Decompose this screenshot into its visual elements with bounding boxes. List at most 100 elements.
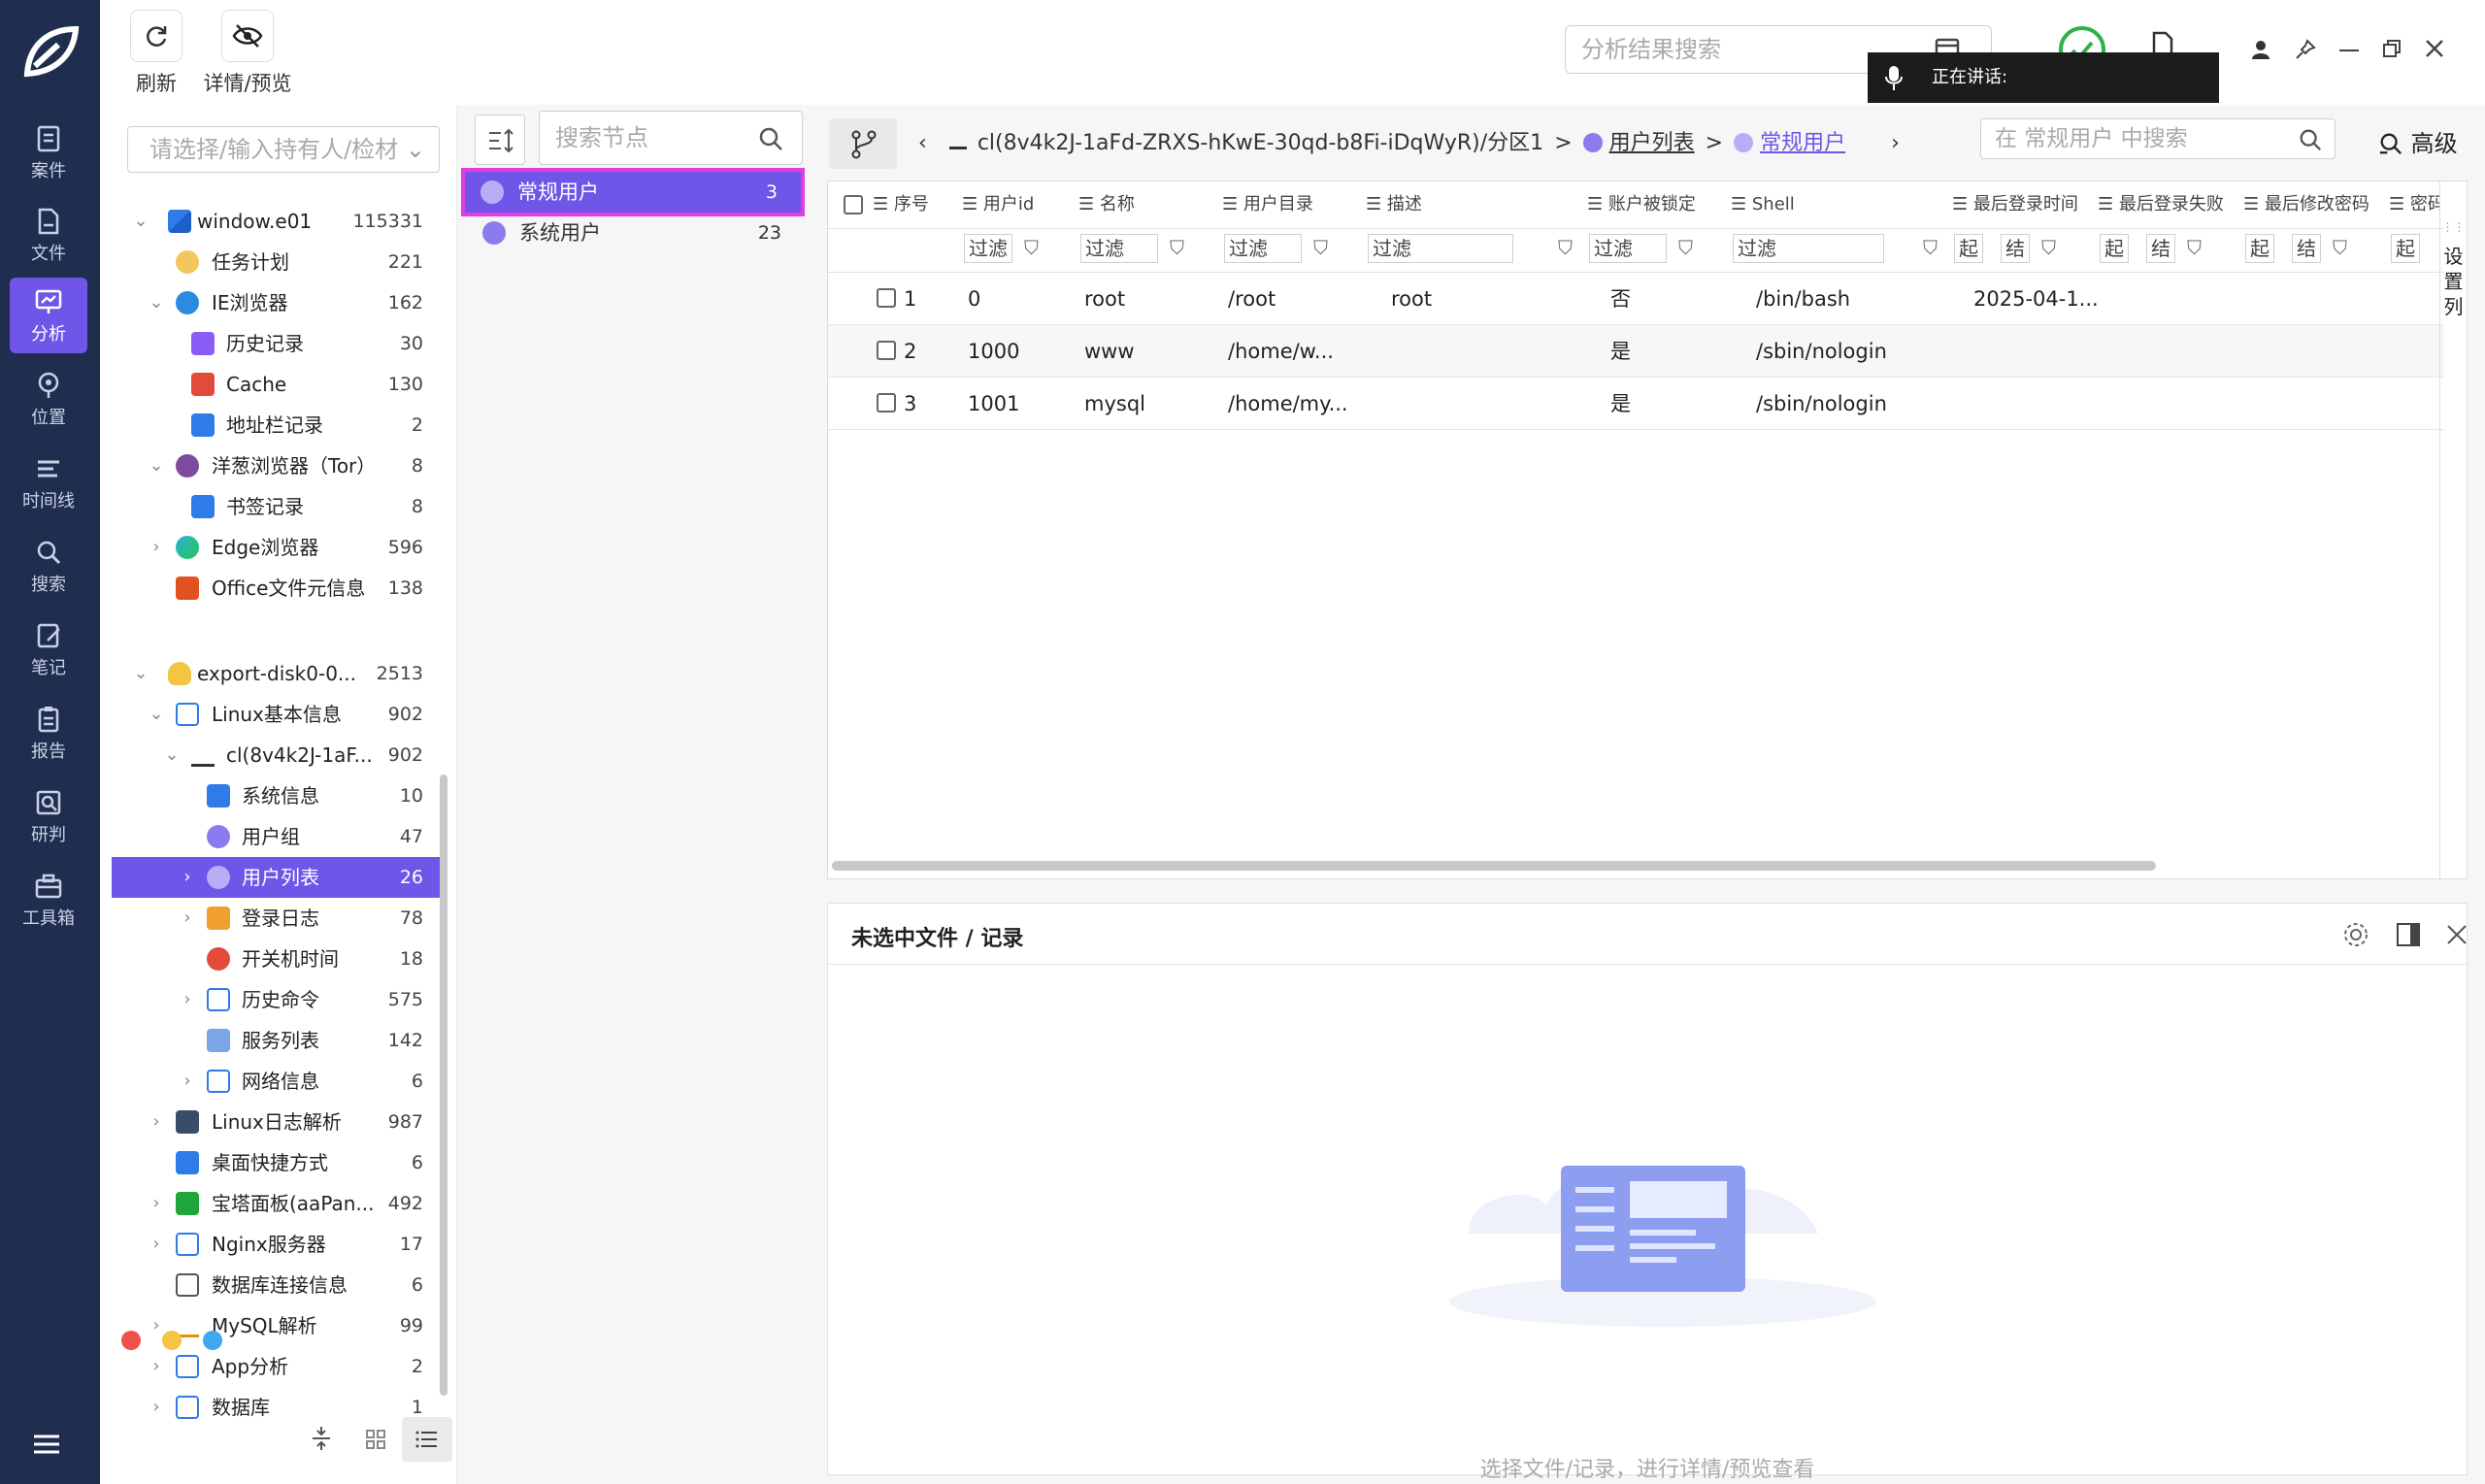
column-settings-button[interactable]: ⋮⋮ 设置列	[2439, 181, 2467, 878]
blue-dot-icon[interactable]	[203, 1331, 222, 1350]
branch-button[interactable]	[829, 118, 897, 169]
minimize-icon[interactable]	[2339, 49, 2359, 52]
tree-node-office-meta[interactable]: Office文件元信息 138	[112, 568, 447, 609]
back-arrow-icon[interactable]: ‹	[918, 131, 927, 155]
tree-node-task-schedule[interactable]: 任务计划 221	[112, 242, 447, 282]
tree-node-linux-logs[interactable]: › Linux日志解析 987	[112, 1102, 447, 1142]
tree-node-database[interactable]: › 数据库 1	[112, 1387, 447, 1428]
nav-item-toolbox[interactable]: 工具箱	[10, 862, 87, 938]
collapse-all-icon[interactable]	[311, 1425, 332, 1452]
tree-node-command-history[interactable]: › 历史命令 575	[112, 979, 447, 1020]
collapse-arrow-icon[interactable]: ⌄	[147, 694, 166, 735]
node-search-input[interactable]: 搜索节点	[539, 111, 803, 165]
horizontal-scrollbar[interactable]	[832, 861, 2156, 871]
tree-node-ie-browser[interactable]: ⌄ IE浏览器 162	[112, 282, 447, 323]
nav-item-case[interactable]: 案件	[10, 115, 87, 190]
expand-arrow-icon[interactable]: ›	[178, 857, 197, 898]
pin-icon[interactable]	[2295, 39, 2316, 60]
red-dot-icon[interactable]	[121, 1331, 141, 1350]
row-checkbox[interactable]	[877, 393, 896, 412]
column-header-locked[interactable]: ☰ 账户被锁定	[1587, 181, 1696, 228]
column-header-last-pwd[interactable]: ☰ 最后修改密码	[2243, 181, 2369, 228]
filter-start[interactable]: 起	[2100, 234, 2129, 263]
tree-node-cache[interactable]: Cache 130	[112, 364, 447, 405]
table-row[interactable]: 1 0 root /root root 否 /bin/bash 2025-04-…	[828, 273, 2444, 325]
filter-funnel-icon[interactable]: ⛉	[1923, 236, 1938, 259]
node-item-system-users[interactable]: 系统用户 23	[467, 213, 805, 253]
sort-button[interactable]	[475, 115, 525, 165]
filter-funnel-icon[interactable]: ⛉	[2187, 236, 2202, 259]
collapse-arrow-icon[interactable]: ⌄	[147, 282, 166, 323]
node-item-regular-users[interactable]: 常规用户 3	[461, 168, 805, 216]
search-icon[interactable]	[2298, 127, 2323, 152]
expand-arrow-icon[interactable]: ›	[178, 979, 197, 1020]
breadcrumb-current[interactable]: 常规用户	[1760, 131, 1845, 155]
filter-end[interactable]: 结	[2146, 234, 2175, 263]
expand-arrow-icon[interactable]: ›	[147, 1387, 166, 1428]
nav-item-report[interactable]: 报告	[10, 695, 87, 771]
expand-arrow-icon[interactable]: ›	[147, 527, 166, 568]
restore-icon[interactable]	[2382, 39, 2402, 58]
nav-item-search[interactable]: 搜索	[10, 528, 87, 604]
holder-select[interactable]: 请选择/输入持有人/检材 ⌄	[127, 126, 440, 173]
column-header-uid[interactable]: ☰ 用户id	[962, 181, 1034, 228]
tree-node-window-e01[interactable]: ⌄ window.e01 115331	[112, 201, 447, 242]
nav-item-analysis[interactable]: 分析	[10, 278, 87, 353]
filter-start[interactable]: 起	[2391, 234, 2420, 263]
menu-icon[interactable]	[32, 1433, 61, 1456]
select-all-checkbox[interactable]	[844, 195, 863, 214]
table-search-input[interactable]: 在 常规用户 中搜索	[1980, 118, 2336, 159]
column-header-home[interactable]: ☰ 用户目录	[1222, 181, 1313, 228]
filter-funnel-icon[interactable]: ⛉	[1558, 236, 1573, 259]
filter-input[interactable]: 过滤	[964, 234, 1012, 263]
collapse-arrow-icon[interactable]: ⌄	[162, 735, 182, 775]
expand-arrow-icon[interactable]: ›	[178, 1061, 197, 1102]
tree-scrollbar[interactable]	[440, 775, 447, 1396]
tree-node-edge-browser[interactable]: › Edge浏览器 596	[112, 527, 447, 568]
filter-funnel-icon[interactable]: ⛉	[1024, 236, 1039, 259]
expand-arrow-icon[interactable]: ›	[178, 898, 197, 939]
row-checkbox[interactable]	[877, 288, 896, 308]
filter-end[interactable]: 结	[2001, 234, 2030, 263]
tree-node-system-info[interactable]: 系统信息 10	[112, 775, 447, 816]
tree-node-export-disk[interactable]: ⌄ export-disk0-0... 2513	[112, 653, 447, 694]
filter-start[interactable]: 起	[1954, 234, 1983, 263]
column-header-name[interactable]: ☰ 名称	[1078, 181, 1135, 228]
tree-node-linux-basic[interactable]: ⌄ Linux基本信息 902	[112, 694, 447, 735]
tree-node-nginx[interactable]: › Nginx服务器 17	[112, 1224, 447, 1265]
collapse-arrow-icon[interactable]: ⌄	[131, 201, 150, 242]
collapse-arrow-icon[interactable]: ⌄	[147, 445, 166, 486]
filter-funnel-icon[interactable]: ⛉	[1678, 236, 1693, 259]
expand-arrow-icon[interactable]: ›	[147, 1102, 166, 1142]
preview-toggle-button[interactable]: 详情/预览	[201, 10, 294, 97]
yellow-dot-icon[interactable]	[162, 1331, 182, 1350]
filter-funnel-icon[interactable]: ⛉	[2333, 236, 2347, 259]
column-header-shell[interactable]: ☰ Shell	[1731, 181, 1795, 228]
refresh-button[interactable]: 刷新	[130, 10, 182, 97]
tree-node-tor-browser[interactable]: ⌄ 洋葱浏览器（Tor） 8	[112, 445, 447, 486]
filter-input[interactable]: 过滤	[1368, 234, 1513, 263]
filter-input[interactable]: 过滤	[1224, 234, 1302, 263]
tree-node-bookmarks[interactable]: 书签记录 8	[112, 486, 447, 527]
grid-view-icon[interactable]	[365, 1429, 386, 1450]
tree-node-desktop-shortcuts[interactable]: 桌面快捷方式 6	[112, 1142, 447, 1183]
split-panel-icon[interactable]	[2395, 921, 2422, 948]
column-header-last-login[interactable]: ☰ 最后登录时间	[1952, 181, 2078, 228]
nav-item-judge[interactable]: 研判	[10, 778, 87, 854]
tree-node-app-analysis[interactable]: › App分析 2	[112, 1346, 447, 1387]
expand-arrow-icon[interactable]: ›	[147, 1224, 166, 1265]
breadcrumb-user-list[interactable]: 用户列表	[1609, 131, 1695, 155]
filter-funnel-icon[interactable]: ⛉	[2041, 236, 2056, 259]
filter-start[interactable]: 起	[2245, 234, 2274, 263]
forward-arrow-icon[interactable]: ›	[1891, 131, 1900, 155]
tree-node-address-bar[interactable]: 地址栏记录 2	[112, 405, 447, 445]
tree-node-service-list[interactable]: 服务列表 142	[112, 1020, 447, 1061]
tree-node-user-list[interactable]: › 用户列表 26	[112, 857, 447, 898]
column-header-desc[interactable]: ☰ 描述	[1366, 181, 1422, 228]
filter-input[interactable]: 过滤	[1080, 234, 1158, 263]
tree-node-history[interactable]: 历史记录 30	[112, 323, 447, 364]
expand-arrow-icon[interactable]: ›	[147, 1346, 166, 1387]
tree-node-login-log[interactable]: › 登录日志 78	[112, 898, 447, 939]
list-view-button[interactable]	[402, 1417, 452, 1462]
search-icon[interactable]	[757, 125, 784, 152]
